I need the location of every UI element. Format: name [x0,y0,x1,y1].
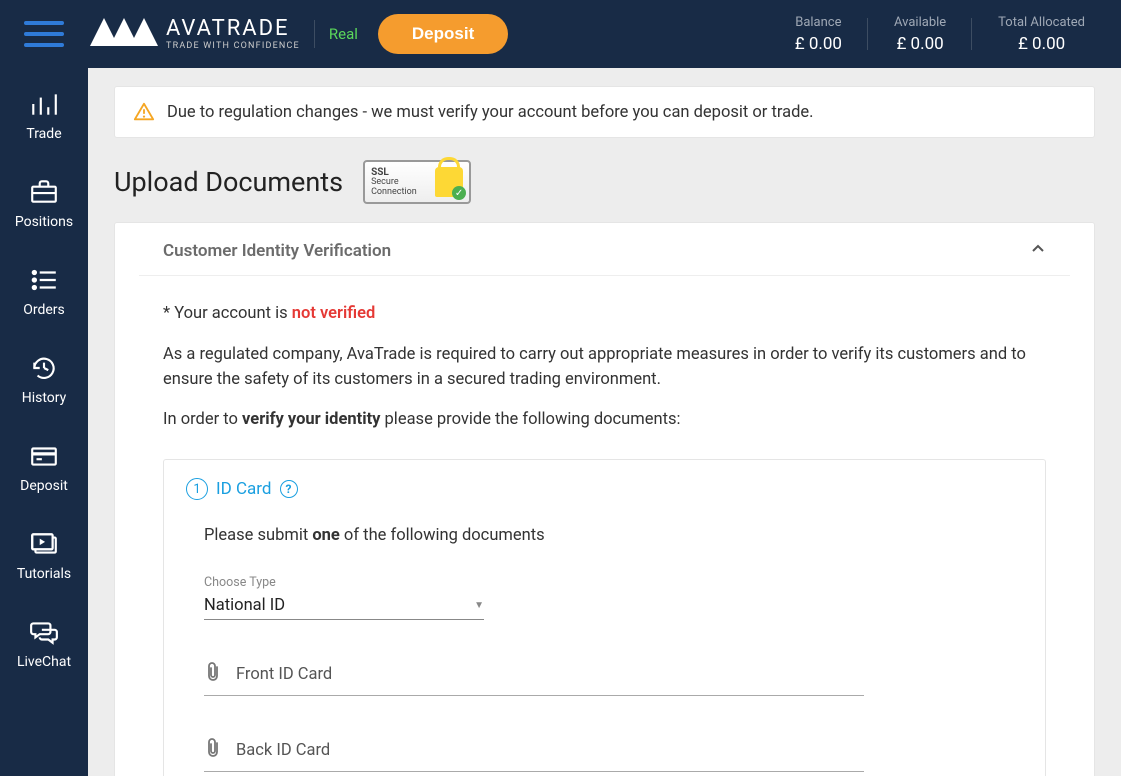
list-icon [29,266,59,294]
history-icon [29,354,59,382]
ssl-line3: Connection [371,187,417,197]
account-mode-label[interactable]: Real [329,25,358,43]
help-icon[interactable]: ? [280,480,298,498]
available-label: Available [894,15,946,30]
sidebar-item-livechat[interactable]: LiveChat [0,600,88,688]
balance-value: £ 0.00 [795,34,842,54]
verification-panel: Customer Identity Verification * Your ac… [114,222,1095,776]
id-card-section: 1 ID Card ? Please submit one of the fol… [163,459,1046,776]
panel-title: Customer Identity Verification [163,241,391,261]
divider [314,20,315,48]
sidebar-item-positions[interactable]: Positions [0,160,88,248]
doc-type-label: Choose Type [204,575,484,590]
attachment-icon [204,738,222,763]
briefcase-icon [29,178,59,206]
front-id-upload[interactable]: Front ID Card [204,654,864,696]
status-value: not verified [292,304,375,323]
sidebar-item-label: LiveChat [17,654,71,670]
top-bar: AVATRADE TRADE WITH CONFIDENCE Real Depo… [0,0,1121,68]
sidebar: Trade Positions Orders History Deposit T… [0,0,88,776]
card-icon [29,442,59,470]
back-id-upload[interactable]: Back ID Card [204,730,864,772]
step-title: ID Card [216,479,272,499]
verification-alert: Due to regulation changes - we must veri… [114,86,1095,138]
chat-icon [29,618,59,646]
status-prefix: * Your account is [163,304,292,323]
attachment-icon [204,662,222,687]
sidebar-item-label: Orders [23,302,65,318]
ssl-line2: Secure [371,177,399,187]
submit-instruction: Please submit one of the following docum… [204,524,1009,549]
regulation-paragraph: As a regulated company, AvaTrade is requ… [163,343,1046,393]
sidebar-item-tutorials[interactable]: Tutorials [0,512,88,600]
available-value: £ 0.00 [896,34,943,54]
brand-name: AVATRADE [166,18,300,40]
sidebar-item-label: Positions [15,214,73,230]
back-id-label: Back ID Card [236,741,330,760]
caret-down-icon: ▼ [474,600,484,611]
main-content: Due to regulation changes - we must veri… [88,68,1121,776]
menu-button[interactable] [0,19,88,49]
brand-tagline: TRADE WITH CONFIDENCE [166,42,300,51]
sidebar-item-deposit[interactable]: Deposit [0,424,88,512]
panel-body: * Your account is not verified As a regu… [115,276,1094,776]
logo-text: AVATRADE TRADE WITH CONFIDENCE [166,18,300,51]
sidebar-item-trade[interactable]: Trade [0,72,88,160]
step-number-badge: 1 [186,478,208,500]
hamburger-icon [24,19,64,49]
brand-logo[interactable]: AVATRADE TRADE WITH CONFIDENCE [88,14,300,54]
balance-block: Balance £ 0.00 [769,0,868,68]
allocated-block: Total Allocated £ 0.00 [972,0,1111,68]
allocated-label: Total Allocated [998,15,1085,30]
doc-type-value: National ID [204,596,285,615]
deposit-button[interactable]: Deposit [378,14,508,54]
balance-label: Balance [795,15,841,30]
step-heading: 1 ID Card ? [186,478,1009,500]
video-icon [29,530,59,558]
sidebar-item-label: History [22,390,67,406]
check-icon: ✓ [452,186,466,200]
account-status-line: * Your account is not verified [163,302,1046,327]
page-title: Upload Documents [114,166,343,198]
sidebar-item-label: Deposit [20,478,68,494]
sidebar-item-label: Tutorials [17,566,71,582]
allocated-value: £ 0.00 [1018,34,1065,54]
provide-paragraph: In order to verify your identity please … [163,408,1046,433]
panel-header[interactable]: Customer Identity Verification [139,223,1070,276]
available-block: Available £ 0.00 [868,0,972,68]
doc-type-select[interactable]: Choose Type National ID ▼ [204,575,484,620]
sidebar-item-history[interactable]: History [0,336,88,424]
alert-text: Due to regulation changes - we must veri… [167,103,814,122]
sidebar-item-label: Trade [26,126,61,142]
front-id-label: Front ID Card [236,665,332,684]
chevron-up-icon [1030,241,1046,261]
chart-icon [29,90,59,118]
sidebar-item-orders[interactable]: Orders [0,248,88,336]
ssl-badge: SSL Secure Connection ✓ [363,160,471,204]
section-header: Upload Documents SSL Secure Connection ✓ [114,160,1095,204]
logo-mark-icon [88,14,158,54]
balances-group: Balance £ 0.00 Available £ 0.00 Total Al… [769,0,1121,68]
warning-icon [133,101,155,123]
